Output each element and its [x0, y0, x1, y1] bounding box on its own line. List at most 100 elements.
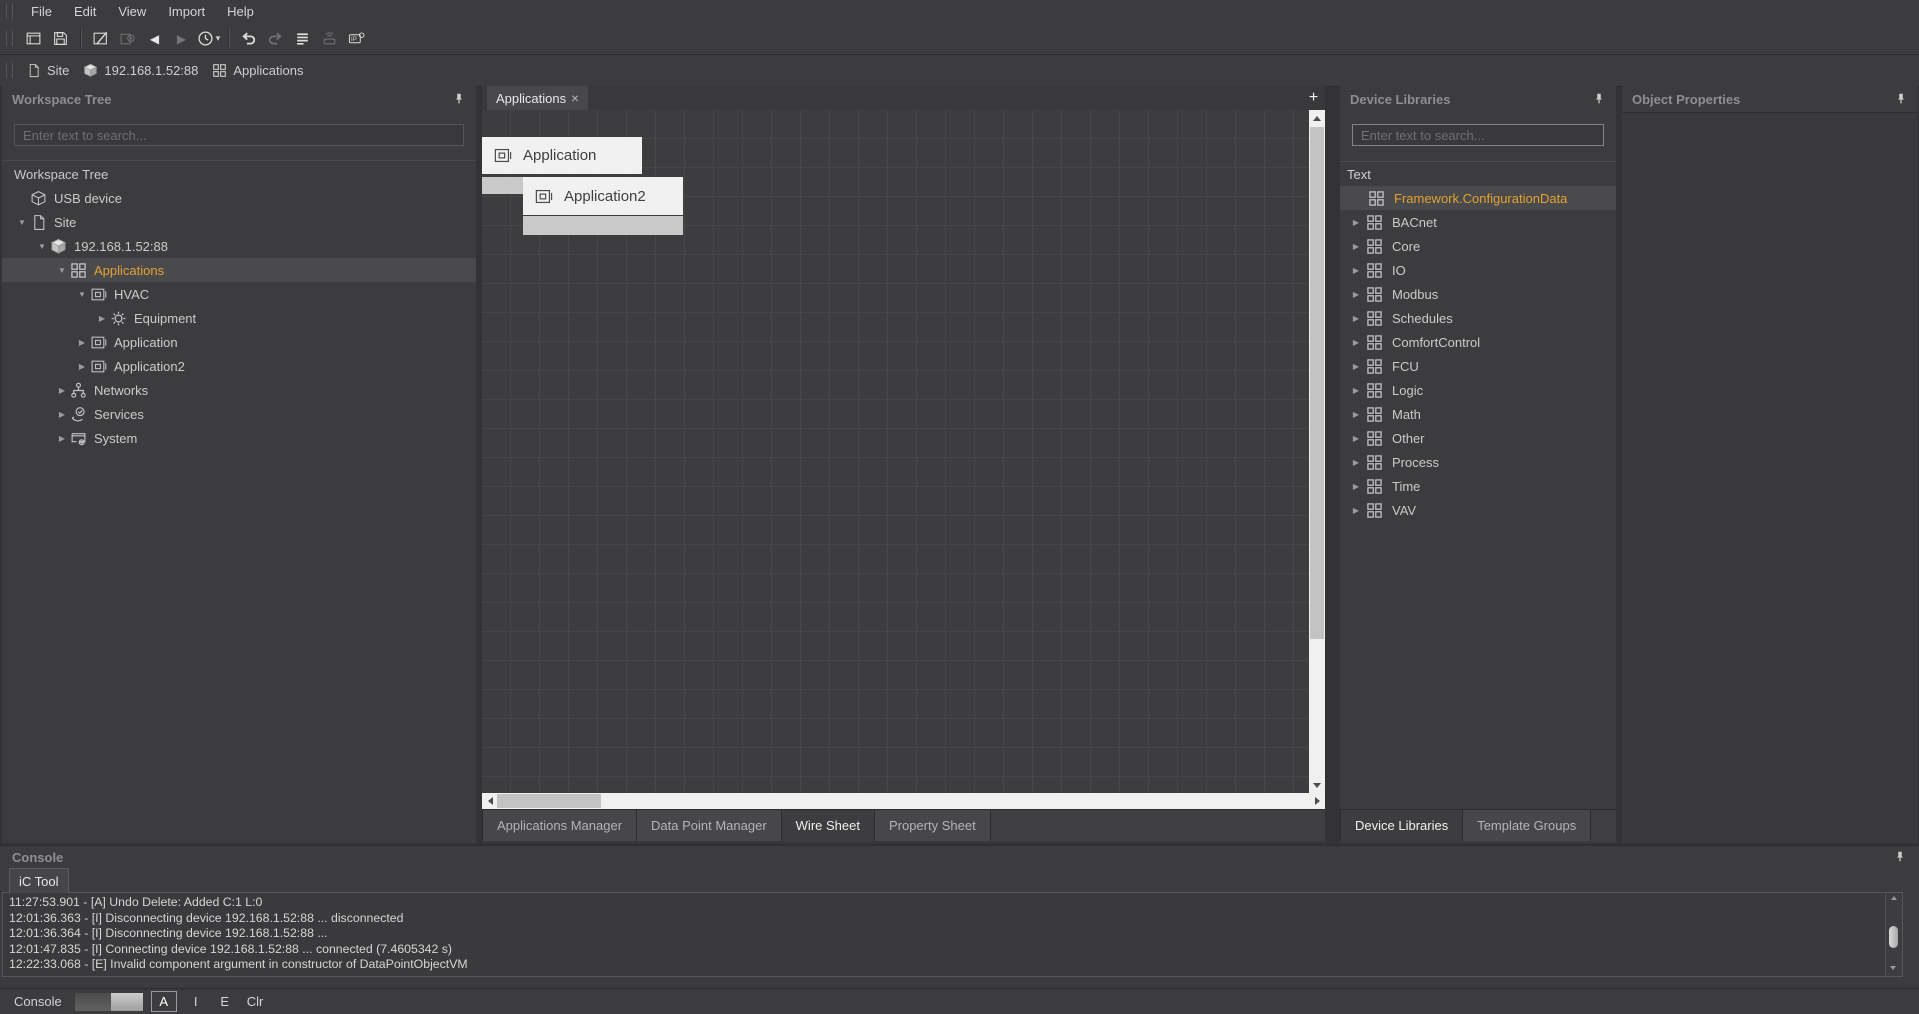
vertical-scroll-thumb[interactable]	[1310, 127, 1324, 639]
filter-clr-button[interactable]: Clr	[244, 992, 267, 1011]
library-item-logic[interactable]: ▶Logic	[1340, 378, 1616, 402]
tree-item-192-168-1-52-88[interactable]: ▼192.168.1.52:88	[2, 234, 476, 258]
library-item-framework-configurationdata[interactable]: Framework.ConfigurationData	[1340, 186, 1616, 210]
expand-icon[interactable]: ▶	[54, 410, 70, 419]
library-item-comfortcontrol[interactable]: ▶ComfortControl	[1340, 330, 1616, 354]
menu-import[interactable]: Import	[157, 0, 216, 23]
toolbar-grip[interactable]	[6, 63, 13, 78]
horizontal-scrollbar[interactable]	[482, 793, 1325, 809]
edit-mode-button[interactable]	[88, 26, 113, 51]
scroll-down-button[interactable]	[1890, 966, 1896, 970]
expand-icon[interactable]: ▶	[1348, 338, 1364, 347]
collapse-icon[interactable]: ▼	[14, 218, 30, 227]
console-scrollbar[interactable]	[1885, 893, 1902, 976]
ip-settings-button[interactable]: IP	[344, 26, 369, 51]
add-tab-button[interactable]: +	[1305, 88, 1322, 107]
history-button[interactable]: ▾	[196, 26, 221, 51]
horizontal-scroll-thumb[interactable]	[497, 794, 601, 808]
pin-icon[interactable]	[1592, 92, 1606, 106]
expand-icon[interactable]: ▶	[1348, 434, 1364, 443]
vertical-scrollbar[interactable]	[1309, 110, 1325, 793]
library-item-other[interactable]: ▶Other	[1340, 426, 1616, 450]
log-list-button[interactable]	[290, 26, 315, 51]
filter-a-button[interactable]: A	[151, 991, 177, 1012]
expand-icon[interactable]: ▶	[1348, 506, 1364, 515]
library-item-io[interactable]: ▶IO	[1340, 258, 1616, 282]
scroll-right-button[interactable]	[1309, 793, 1325, 809]
breadcrumb-item-site[interactable]: Site	[26, 63, 69, 78]
scroll-up-button[interactable]	[1891, 896, 1897, 900]
breadcrumb-item-applications[interactable]: Applications	[212, 63, 303, 78]
layout-button[interactable]	[21, 26, 46, 51]
scroll-down-button[interactable]	[1309, 777, 1325, 793]
wire-sheet-canvas[interactable]: ApplicationApplication2	[482, 110, 1309, 793]
undo-button[interactable]	[236, 26, 261, 51]
tab-ic-tool[interactable]: iC Tool	[9, 868, 69, 893]
tab-wire-sheet[interactable]: Wire Sheet	[782, 810, 875, 841]
expand-icon[interactable]: ▶	[74, 362, 90, 371]
pin-icon[interactable]	[452, 92, 466, 106]
collapse-icon[interactable]: ▼	[74, 290, 90, 299]
tree-item-site[interactable]: ▼Site	[2, 210, 476, 234]
expand-icon[interactable]: ▶	[1348, 314, 1364, 323]
tab-data-point-manager[interactable]: Data Point Manager	[637, 810, 782, 841]
console-scroll-thumb[interactable]	[1889, 926, 1898, 948]
expand-icon[interactable]: ▶	[1348, 482, 1364, 491]
tree-item-networks[interactable]: ▶Networks	[2, 378, 476, 402]
pin-icon[interactable]	[1894, 92, 1908, 106]
expand-icon[interactable]: ▶	[1348, 242, 1364, 251]
library-item-math[interactable]: ▶Math	[1340, 402, 1616, 426]
menu-view[interactable]: View	[107, 0, 157, 23]
breadcrumb-item-192-168-1-52-88[interactable]: 192.168.1.52:88	[83, 63, 198, 78]
tree-item-application2[interactable]: ▶Application2	[2, 354, 476, 378]
tree-item-hvac[interactable]: ▼HVAC	[2, 282, 476, 306]
tab-applications[interactable]: Applications ×	[487, 86, 588, 110]
save-button[interactable]	[48, 26, 73, 51]
expand-icon[interactable]: ▶	[1348, 458, 1364, 467]
library-item-process[interactable]: ▶Process	[1340, 450, 1616, 474]
tree-item-application[interactable]: ▶Application	[2, 330, 476, 354]
navigate-back-button[interactable]: ◀	[142, 26, 167, 51]
tree-item-usb-device[interactable]: USB device	[2, 186, 476, 210]
expand-icon[interactable]: ▶	[94, 314, 110, 323]
canvas-block-application[interactable]: Application	[482, 137, 642, 174]
collapse-icon[interactable]: ▼	[34, 242, 50, 251]
expand-icon[interactable]: ▶	[54, 386, 70, 395]
expand-icon[interactable]: ▶	[54, 434, 70, 443]
close-icon[interactable]: ×	[571, 91, 579, 105]
library-item-fcu[interactable]: ▶FCU	[1340, 354, 1616, 378]
library-search-input[interactable]	[1352, 124, 1604, 146]
library-item-modbus[interactable]: ▶Modbus	[1340, 282, 1616, 306]
scroll-left-button[interactable]	[482, 793, 498, 809]
expand-icon[interactable]: ▶	[1348, 410, 1364, 419]
expand-icon[interactable]: ▶	[74, 338, 90, 347]
tab-applications-manager[interactable]: Applications Manager	[482, 810, 637, 841]
tab-property-sheet[interactable]: Property Sheet	[875, 810, 991, 841]
tab-device-libraries[interactable]: Device Libraries	[1340, 810, 1463, 841]
library-item-schedules[interactable]: ▶Schedules	[1340, 306, 1616, 330]
pin-icon[interactable]	[1893, 850, 1907, 864]
library-item-core[interactable]: ▶Core	[1340, 234, 1616, 258]
library-item-bacnet[interactable]: ▶BACnet	[1340, 210, 1616, 234]
workspace-search-input[interactable]	[14, 124, 464, 146]
tree-item-equipment[interactable]: ▶Equipment	[2, 306, 476, 330]
filter-e-button[interactable]: E	[215, 992, 235, 1011]
collapse-icon[interactable]: ▼	[54, 266, 70, 275]
toolbar-grip[interactable]	[6, 31, 13, 46]
menu-help[interactable]: Help	[216, 0, 265, 23]
console-log-area[interactable]: 11:27:53.901 - [A] Undo Delete: Added C:…	[2, 892, 1903, 977]
expand-icon[interactable]: ▶	[1348, 362, 1364, 371]
expand-icon[interactable]: ▶	[1348, 218, 1364, 227]
scroll-up-button[interactable]	[1309, 110, 1325, 126]
library-item-time[interactable]: ▶Time	[1340, 474, 1616, 498]
canvas-block-application2[interactable]: Application2	[523, 177, 683, 215]
expand-icon[interactable]: ▶	[1348, 290, 1364, 299]
expand-icon[interactable]: ▶	[1348, 266, 1364, 275]
tree-item-applications[interactable]: ▼Applications	[2, 258, 476, 282]
tab-template-groups[interactable]: Template Groups	[1463, 810, 1591, 841]
expand-icon[interactable]: ▶	[1348, 386, 1364, 395]
tree-item-system[interactable]: ▶System	[2, 426, 476, 450]
menu-edit[interactable]: Edit	[63, 0, 107, 23]
toolbar-grip[interactable]	[6, 4, 13, 19]
tree-item-services[interactable]: ▶Services	[2, 402, 476, 426]
